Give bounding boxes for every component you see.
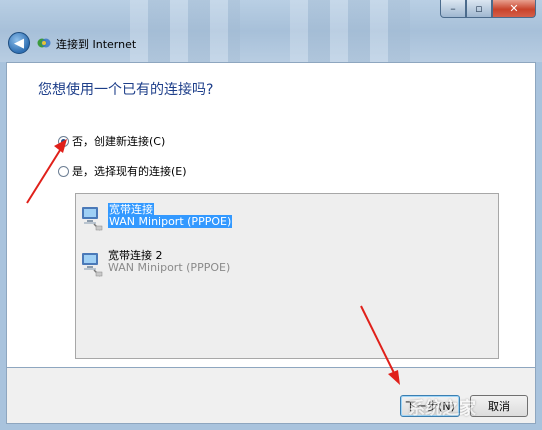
network-computer-icon: [82, 207, 103, 231]
page-question: 您想使用一个已有的连接吗?: [38, 82, 214, 98]
connection-list[interactable]: 宽带连接 WAN Miniport (PPPOE) 宽带连接 2 WAN Min…: [75, 193, 499, 359]
option-use-existing[interactable]: 是，选择现有的连接(E): [58, 163, 187, 179]
window-controls: – ▫ ✕: [440, 0, 536, 18]
option-use-existing-label: 是，选择现有的连接(E): [72, 165, 187, 178]
blurred-background: [290, 0, 410, 62]
watermark: 系统之家: [408, 398, 476, 419]
option-create-new-label: 否，创建新连接(C): [72, 135, 166, 148]
window-title: 连接到 Internet: [56, 38, 137, 51]
network-icon: [37, 38, 51, 48]
list-item[interactable]: 宽带连接 WAN Miniport (PPPOE): [80, 203, 233, 232]
connection-device: WAN Miniport (PPPOE): [108, 215, 233, 228]
back-button[interactable]: ◀: [8, 32, 30, 54]
connection-device: WAN Miniport (PPPOE): [108, 261, 231, 274]
network-computer-icon: [82, 253, 103, 277]
list-item[interactable]: 宽带连接 2 WAN Miniport (PPPOE): [80, 250, 230, 278]
maximize-button[interactable]: ▫: [466, 0, 492, 18]
blurred-background: [130, 0, 240, 62]
close-button[interactable]: ✕: [492, 0, 536, 18]
option-create-new[interactable]: 否，创建新连接(C): [58, 133, 165, 149]
radio-create-new[interactable]: [58, 135, 69, 147]
minimize-button[interactable]: –: [440, 0, 466, 18]
radio-use-existing[interactable]: [58, 165, 69, 177]
